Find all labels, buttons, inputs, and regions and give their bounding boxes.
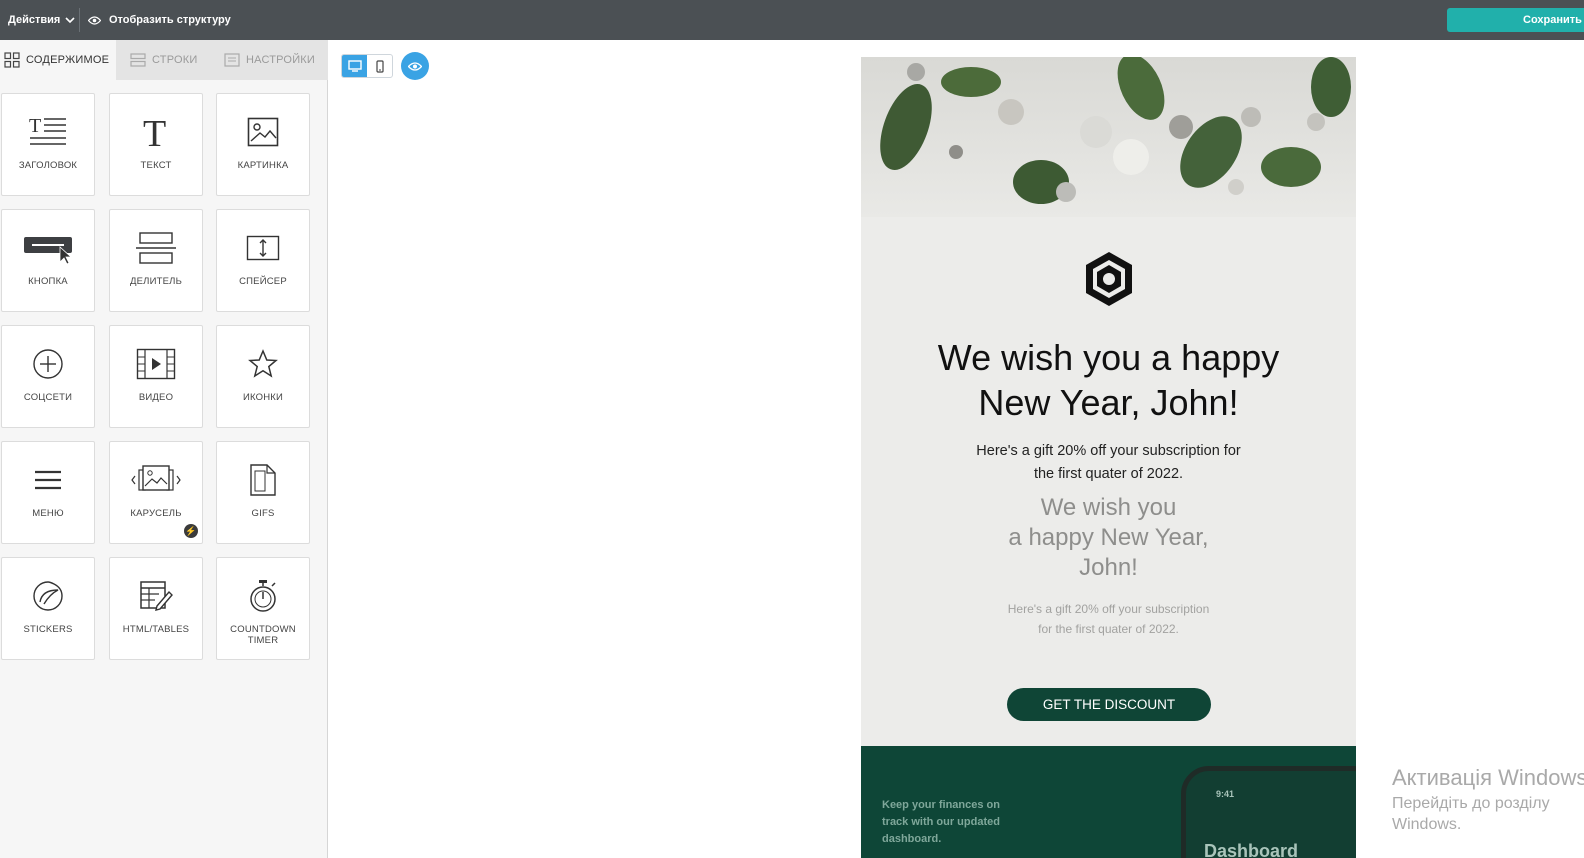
block-image[interactable]: КАРТИНКА — [216, 93, 310, 196]
tab-content-label: СОДЕРЖИМОЕ — [26, 54, 110, 66]
tab-rows[interactable]: СТРОКИ — [130, 40, 210, 80]
mobile-view-button[interactable] — [367, 55, 392, 77]
tab-content[interactable]: СОДЕРЖИМОЕ — [0, 40, 116, 80]
brand-hexagon-logo — [1086, 252, 1132, 306]
content-sidebar: СОДЕРЖИМОЕ СТРОКИ НАСТРОЙКИ T ЗАГОЛОВОК … — [0, 40, 328, 858]
social-plus-icon — [33, 349, 63, 379]
hero-image[interactable] — [861, 57, 1356, 217]
email-headline[interactable]: We wish you a happy New Year, John! — [861, 335, 1356, 425]
block-countdown-timer[interactable]: COUNTDOWN TIMER — [216, 557, 310, 660]
dashboard-promo-block[interactable]: Keep your finances on track with our upd… — [861, 746, 1356, 858]
sticker-icon — [33, 581, 63, 611]
tile-label: COUNTDOWN TIMER — [230, 624, 296, 646]
block-button[interactable]: КНОПКА — [1, 209, 95, 312]
tile-label: СПЕЙСЕР — [239, 276, 287, 287]
headline-line: New Year, John! — [978, 382, 1239, 423]
ghost-line: a happy New Year, — [1008, 524, 1209, 551]
tile-label: ДЕЛИТЕЛЬ — [129, 276, 183, 287]
tile-label: КАРУСЕЛЬ — [130, 508, 182, 519]
tile-label: ИКОНКИ — [242, 392, 284, 403]
email-subtext[interactable]: Here's a gift 20% off your subscription … — [966, 440, 1251, 486]
tile-label: КНОПКА — [28, 276, 68, 287]
chevron-down-icon — [65, 16, 75, 23]
block-menu[interactable]: МЕНЮ — [1, 441, 95, 544]
block-social[interactable]: СОЦСЕТИ — [1, 325, 95, 428]
block-heading[interactable]: T ЗАГОЛОВОК — [1, 93, 95, 196]
show-structure-button[interactable]: Отобразить структуру — [88, 0, 231, 40]
phone-title: Dashboard — [1204, 841, 1299, 858]
desktop-icon — [347, 60, 362, 72]
grid-icon — [4, 52, 20, 68]
phone-mockup-image: 9:41 Dashboard — [1181, 766, 1356, 858]
pro-bolt-icon: ⚡ — [184, 524, 198, 538]
heading-icon: T — [29, 115, 66, 145]
block-text[interactable]: T ТЕКСТ — [109, 93, 203, 196]
block-divider[interactable]: ДЕЛИТЕЛЬ — [109, 209, 203, 312]
get-discount-button[interactable]: GET THE DISCOUNT — [1007, 688, 1211, 721]
block-carousel[interactable]: КАРУСЕЛЬ ⚡ — [109, 441, 203, 544]
block-video[interactable]: ВИДЕО — [109, 325, 203, 428]
drag-ghost-subtext: Here's a gift 20% off your subscription … — [1007, 602, 1210, 636]
device-toggle — [341, 54, 393, 78]
activation-line: Windows. — [1392, 816, 1462, 833]
actions-label: Действия — [8, 14, 61, 26]
text-icon: T — [143, 114, 166, 150]
headline-line: We wish you a happy — [937, 337, 1280, 378]
save-label: Сохранить — [1523, 14, 1582, 26]
tile-label: МЕНЮ — [32, 508, 64, 519]
toolbar-divider — [79, 8, 80, 32]
spacer-icon — [246, 235, 280, 261]
ghost-line: John! — [1079, 554, 1138, 581]
tile-label: STICKERS — [23, 624, 73, 635]
tile-label: ВИДЕО — [138, 392, 174, 403]
eye-icon — [408, 61, 422, 71]
eye-icon — [88, 15, 101, 25]
block-html-tables[interactable]: HTML/TABLES — [109, 557, 203, 660]
carousel-icon — [131, 465, 181, 491]
tab-rows-label: СТРОКИ — [152, 54, 198, 66]
ghost-line: We wish you — [1040, 494, 1177, 521]
desktop-view-button[interactable] — [342, 55, 367, 77]
top-toolbar: Действия Отобразить структуру Сохранить — [0, 0, 1584, 40]
block-stickers[interactable]: STICKERS — [1, 557, 95, 660]
svg-text:T: T — [143, 114, 166, 150]
actions-menu-button[interactable]: Действия — [8, 0, 75, 40]
tab-settings-label: НАСТРОЙКИ — [246, 54, 316, 66]
decor-ornaments-image — [880, 57, 1351, 204]
tile-label: ЗАГОЛОВОК — [18, 160, 78, 171]
drag-ghost-headline: We wish you a happy New Year, John! — [861, 493, 1356, 583]
save-button[interactable]: Сохранить — [1447, 8, 1584, 32]
promo-text: Keep your finances on track with our upd… — [882, 799, 1000, 845]
image-icon — [247, 117, 279, 147]
block-icons[interactable]: ИКОНКИ — [216, 325, 310, 428]
phone-time: 9:41 — [1216, 789, 1235, 799]
svg-text:T: T — [29, 115, 41, 137]
windows-activation-watermark: Активація Windows Перейдіть до розділу W… — [1392, 763, 1584, 835]
tab-settings[interactable]: НАСТРОЙКИ — [224, 40, 328, 80]
gif-file-icon — [250, 464, 276, 496]
sidebar-tabs: СОДЕРЖИМОЕ СТРОКИ НАСТРОЙКИ — [0, 40, 328, 80]
tile-label: КАРТИНКА — [237, 160, 289, 171]
activation-line: Перейдіть до розділу — [1392, 795, 1550, 812]
star-icon — [248, 349, 278, 378]
preview-button[interactable] — [401, 52, 429, 80]
tile-label: ТЕКСТ — [140, 160, 172, 171]
stopwatch-icon — [250, 580, 276, 612]
mobile-icon — [375, 59, 384, 73]
divider-icon — [136, 232, 176, 264]
tile-label: GIFS — [251, 508, 275, 519]
settings-list-icon — [224, 53, 240, 67]
rows-icon — [130, 53, 146, 67]
activation-title: Активація Windows — [1392, 765, 1584, 790]
block-gifs[interactable]: GIFS — [216, 441, 310, 544]
show-structure-label: Отобразить структуру — [109, 14, 231, 26]
video-icon — [136, 348, 176, 380]
menu-icon — [35, 470, 61, 490]
email-canvas[interactable]: We wish you a happy New Year, John! Here… — [861, 57, 1356, 858]
tile-label: HTML/TABLES — [122, 624, 190, 635]
button-icon — [24, 237, 73, 265]
html-table-icon — [140, 581, 173, 611]
tile-label: СОЦСЕТИ — [23, 392, 73, 403]
block-spacer[interactable]: СПЕЙСЕР — [216, 209, 310, 312]
